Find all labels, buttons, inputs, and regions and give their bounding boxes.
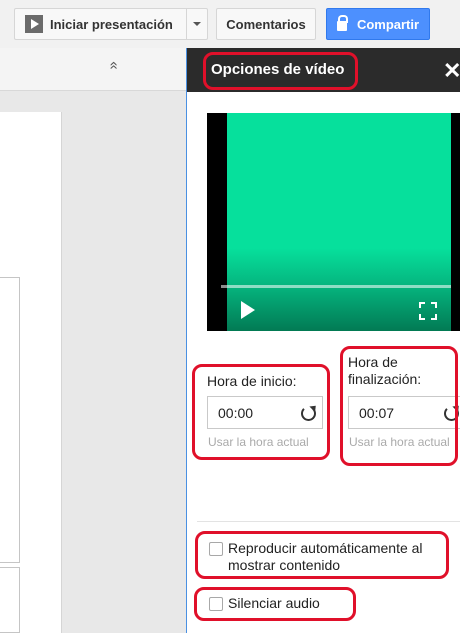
panel-header: Opciones de vídeo ✕ [187, 48, 460, 92]
end-time-label-line2: finalización: [348, 371, 422, 387]
slide-text-box[interactable] [0, 277, 20, 563]
refresh-icon[interactable] [444, 406, 459, 421]
mute-audio-label[interactable]: Silenciar audio [228, 595, 320, 612]
close-icon[interactable]: ✕ [443, 60, 460, 82]
comments-label: Comentarios [226, 16, 306, 32]
slide-canvas[interactable] [0, 112, 62, 633]
share-label: Compartir [356, 16, 420, 32]
use-current-time-end-link[interactable]: Usar la hora actual [349, 435, 460, 449]
lock-icon [336, 15, 348, 31]
start-presentation-label: Iniciar presentación [50, 16, 173, 32]
comments-button[interactable]: Comentarios [216, 8, 316, 40]
autoplay-checkbox[interactable] [209, 542, 223, 556]
start-time-label: Hora de inicio: [207, 373, 297, 389]
slide-text-box[interactable] [0, 567, 20, 633]
presentation-options-dropdown[interactable] [186, 8, 208, 40]
panel-title: Opciones de vídeo [211, 61, 345, 78]
share-button[interactable]: Compartir [326, 8, 430, 40]
video-options-panel: Opciones de vídeo ✕ Hora de inicio: 00:0… [186, 48, 460, 633]
end-time-label-line1: Hora de [348, 354, 398, 370]
autoplay-label-line2: mostrar contenido [228, 557, 341, 573]
start-time-value: 00:00 [218, 404, 254, 421]
top-toolbar: Iniciar presentación Comentarios Compart… [0, 0, 460, 48]
section-divider [197, 521, 460, 522]
autoplay-label-line1: Reproducir automáticamente al [228, 540, 423, 556]
end-time-input[interactable]: 00:07 [348, 396, 460, 429]
double-chevron-up-icon[interactable]: » [105, 61, 122, 69]
end-time-label: Hora de finalización: [348, 354, 421, 388]
autoplay-label[interactable]: Reproducir automáticamente al mostrar co… [228, 540, 423, 574]
start-presentation-button[interactable]: Iniciar presentación [14, 8, 186, 40]
editor-header-bar: » [0, 48, 186, 91]
refresh-icon[interactable] [301, 406, 316, 421]
start-time-input[interactable]: 00:00 [207, 396, 323, 429]
fullscreen-icon[interactable] [419, 302, 437, 320]
mute-audio-checkbox[interactable] [209, 597, 223, 611]
video-frame [227, 113, 451, 331]
use-current-time-start-link[interactable]: Usar la hora actual [208, 435, 309, 449]
slide-editor-area: » [0, 48, 186, 633]
video-preview[interactable] [207, 113, 460, 331]
play-icon[interactable] [241, 301, 255, 319]
end-time-value: 00:07 [359, 404, 395, 421]
play-square-icon [25, 15, 43, 33]
chevron-down-icon [193, 22, 201, 26]
video-progress-bar[interactable] [221, 285, 451, 288]
